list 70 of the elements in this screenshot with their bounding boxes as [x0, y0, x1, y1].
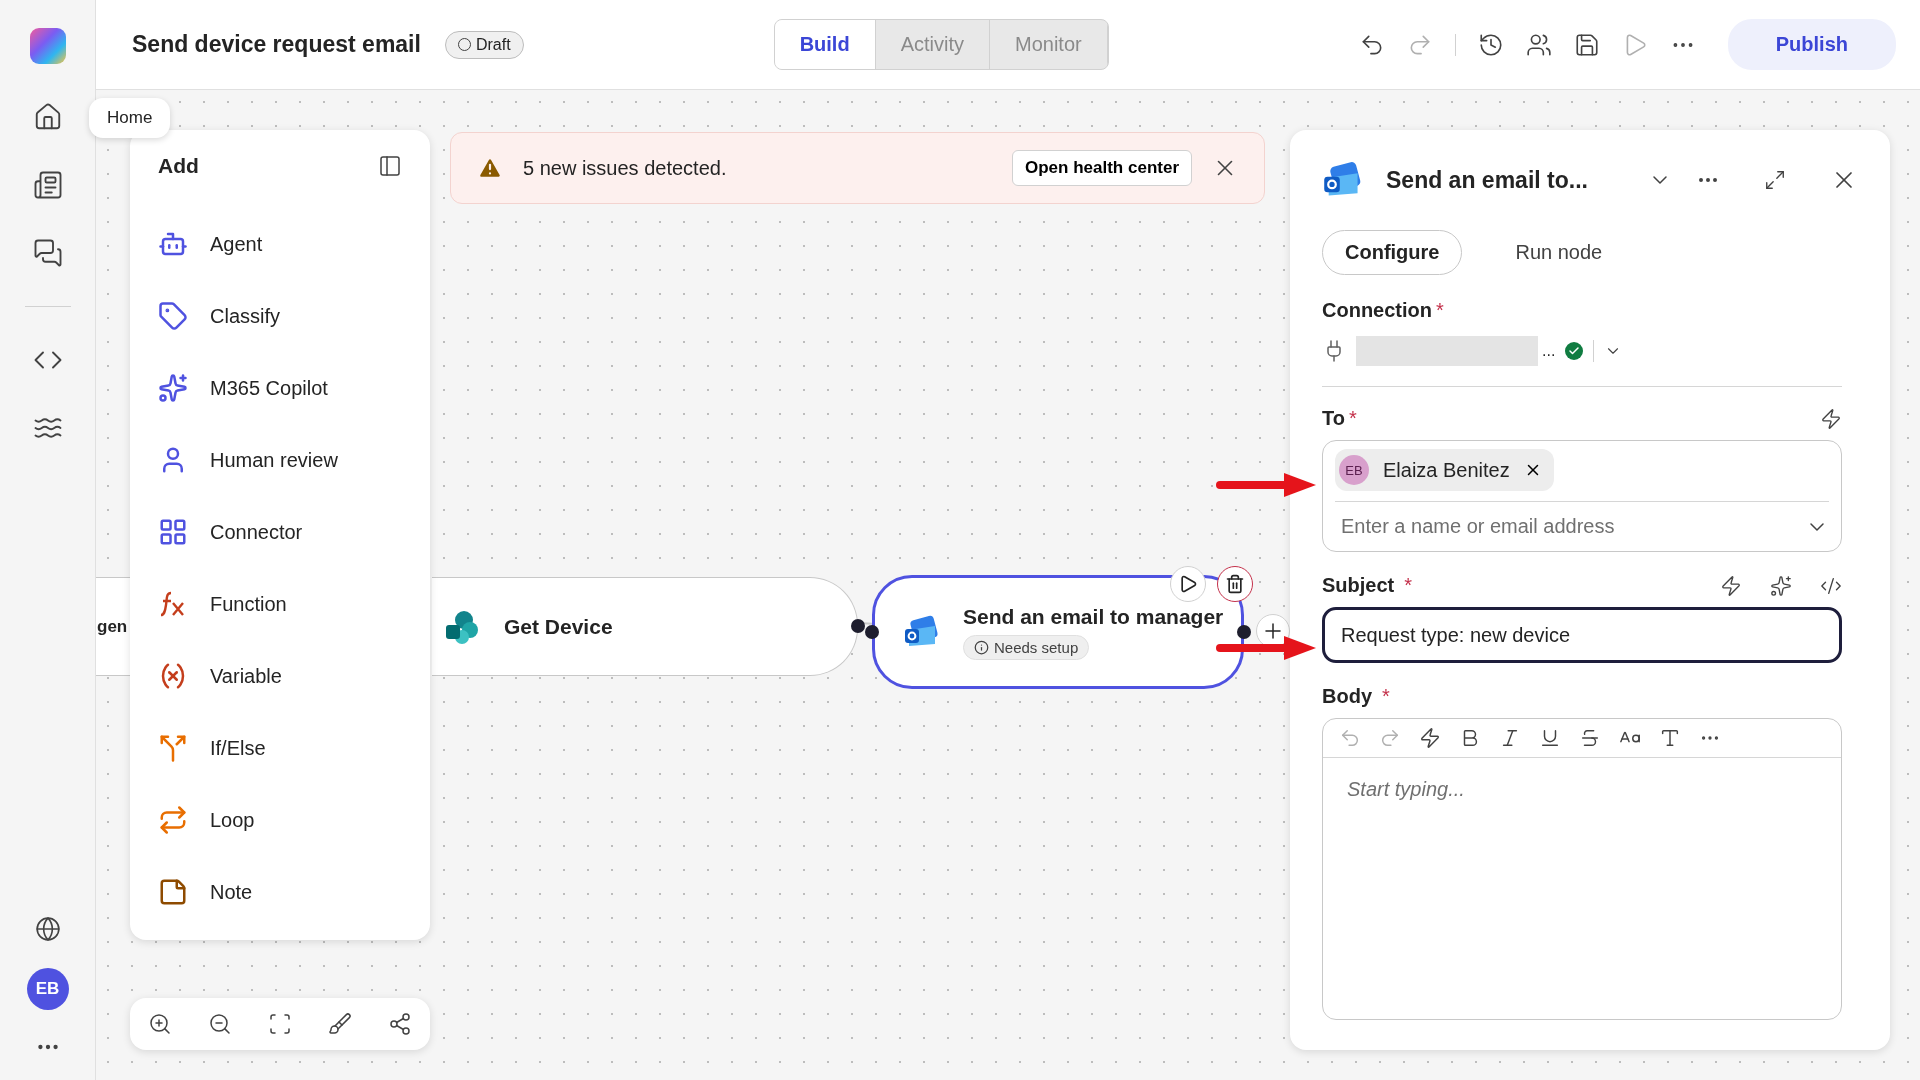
port-dot[interactable]: [865, 625, 879, 639]
node-type-label[interactable]: Connector: [210, 520, 303, 544]
user-avatar[interactable]: EB: [26, 968, 69, 1010]
play-button[interactable]: [1170, 566, 1206, 602]
node-type-label[interactable]: Human review: [210, 448, 338, 472]
flow-title: Send device request email: [132, 31, 421, 58]
to-label: To *: [1322, 407, 1357, 430]
node-type-label[interactable]: Function: [210, 592, 287, 616]
view-tab[interactable]: Build: [774, 20, 876, 69]
play-icon: [1178, 574, 1198, 594]
recipient-name: Elaiza Benitez: [1383, 458, 1510, 482]
zoom-out-icon[interactable]: [208, 1012, 232, 1036]
node-label: Send an email to manager: [963, 604, 1224, 629]
port-dot[interactable]: [851, 619, 865, 633]
globe-icon[interactable]: [34, 916, 61, 942]
needs-setup-badge: Needs setup: [963, 634, 1090, 660]
node-type-label[interactable]: Loop: [210, 808, 255, 832]
ifelse-icon[interactable]: [158, 733, 188, 763]
panel-title: Add: [158, 154, 199, 178]
underline-icon[interactable]: [1539, 727, 1561, 749]
loop-icon[interactable]: [158, 805, 188, 835]
node-type-label[interactable]: If/Else: [210, 736, 266, 760]
node-type-label[interactable]: Agent: [210, 232, 263, 256]
chat-icon[interactable]: [32, 238, 63, 268]
note-icon[interactable]: [158, 877, 188, 907]
strikethrough-icon[interactable]: [1579, 727, 1601, 749]
recipient-field[interactable]: EB Elaiza Benitez Enter a name or email address: [1322, 440, 1842, 552]
recipient-chip[interactable]: EB Elaiza Benitez: [1335, 449, 1554, 491]
banner-message: 5 new issues detected.: [523, 156, 727, 180]
open-health-center-button[interactable]: Open health center: [1012, 150, 1192, 186]
node-type-label[interactable]: M365 Copilot: [210, 376, 328, 400]
publish-button[interactable]: Publish: [1727, 19, 1896, 70]
sharepoint-icon: [444, 608, 480, 645]
flow-node[interactable]: gen: [96, 577, 130, 676]
sidebar-toggle-icon[interactable]: [378, 154, 402, 178]
node-label: gen: [97, 616, 128, 637]
panel-tab[interactable]: Configure: [1322, 230, 1463, 275]
node-type-label[interactable]: Note: [210, 880, 253, 904]
app-logo[interactable]: [29, 28, 66, 64]
zoom-in-icon[interactable]: [148, 1012, 172, 1036]
lightning-icon[interactable]: [1820, 407, 1842, 430]
classify-icon[interactable]: [158, 301, 188, 331]
history-icon[interactable]: [1477, 31, 1504, 58]
body-label: Body *: [1322, 685, 1390, 708]
font-style-icon[interactable]: [1659, 727, 1681, 749]
fit-view-icon[interactable]: [268, 1012, 292, 1036]
node-label: Get Device: [504, 614, 613, 639]
check-icon: [1565, 342, 1584, 360]
trash-icon: [1225, 574, 1245, 594]
flow-node[interactable]: Get Device: [432, 577, 858, 676]
lightning-icon[interactable]: [1720, 574, 1742, 597]
sparkle-icon[interactable]: [1770, 574, 1792, 597]
node-type-label[interactable]: Variable: [210, 664, 282, 688]
panel-title: Send an email to...: [1386, 166, 1588, 194]
flow-node[interactable]: Send an email to manager Needs setup: [872, 575, 1244, 689]
subject-input[interactable]: Request type: new device: [1322, 607, 1842, 663]
lightning-icon[interactable]: [1419, 727, 1441, 749]
save-icon[interactable]: [1573, 31, 1600, 58]
tooltip: Home: [89, 98, 171, 138]
connection-label: Connection *: [1322, 299, 1445, 322]
expand-icon[interactable]: [1764, 169, 1786, 191]
delete-button[interactable]: [1217, 566, 1253, 602]
node-type-label[interactable]: Classify: [210, 304, 280, 328]
recipient-avatar: EB: [1339, 455, 1369, 485]
status-badge: Draft: [444, 30, 524, 59]
recipient-input[interactable]: Enter a name or email address: [1335, 515, 1805, 538]
ellipsis-text: ...: [1542, 342, 1556, 360]
brush-icon[interactable]: [328, 1012, 352, 1036]
port-dot[interactable]: [1237, 625, 1251, 639]
subject-label: Subject *: [1322, 574, 1413, 597]
